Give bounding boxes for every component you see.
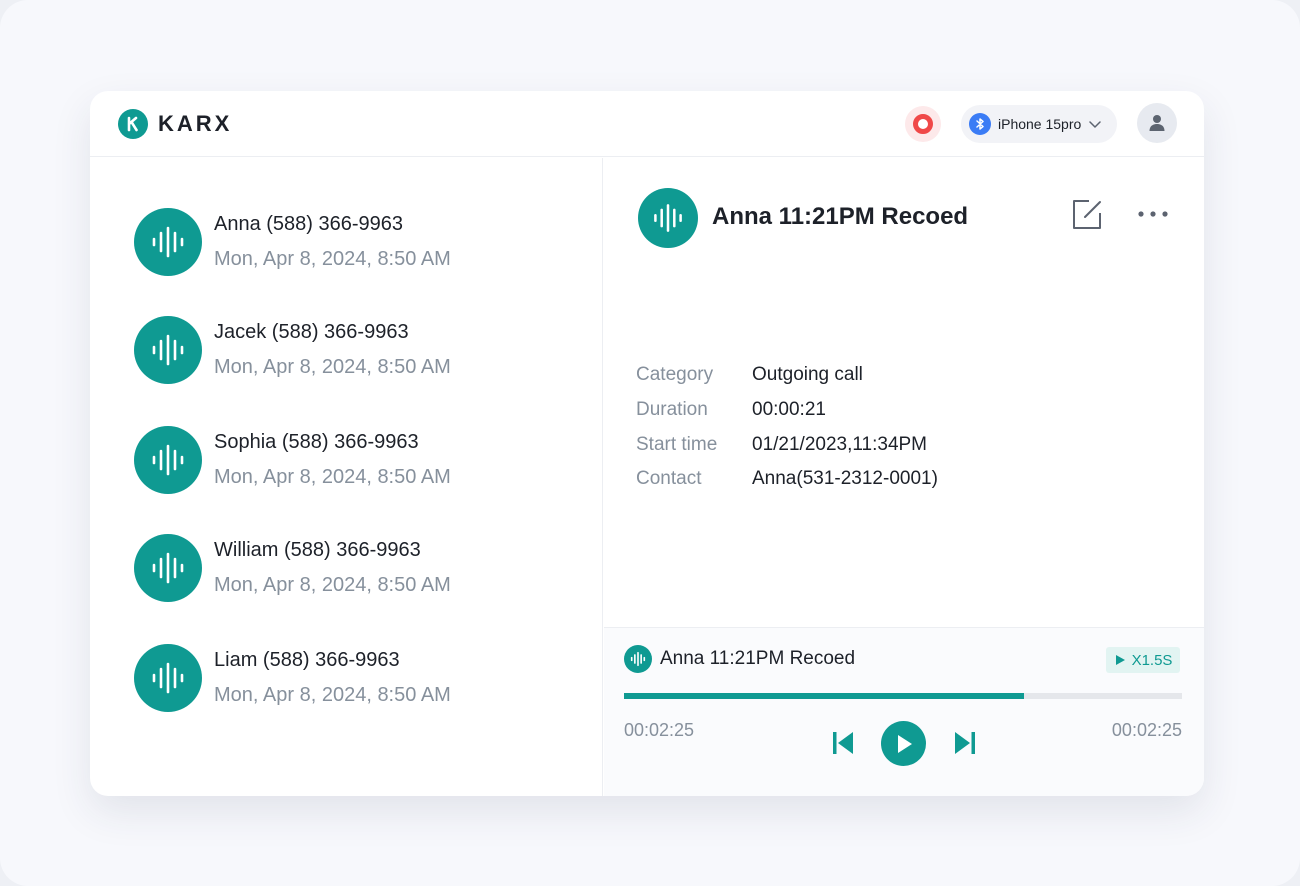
recording-date: Mon, Apr 8, 2024, 8:50 AM [214,466,451,488]
field-label: Start time [636,434,718,455]
total-time: 00:02:25 [1111,720,1182,740]
audio-wave-icon [624,645,652,673]
playback-speed-button[interactable]: X1.5S [1106,647,1180,673]
audio-player: Anna 11:21PM Recoed X1.5S 00:02:25 00:02… [604,627,1204,796]
recording-date: Mon, Apr 8, 2024, 8:50 AM [214,684,451,706]
recording-name: Anna (588) 366-9963 [214,213,404,235]
brand-logo[interactable]: KARX [118,109,232,139]
play-speed-icon [1115,655,1125,665]
device-selector[interactable]: iPhone 15pro [961,105,1117,143]
list-item[interactable]: Liam (588) 366-9963 Mon, Apr 8, 2024, 8:… [134,644,574,714]
record-icon [913,114,933,134]
recording-name: Jacek (588) 366-9963 [214,321,409,343]
chevron-down-icon [1089,121,1102,128]
field-value: 01/21/2023,11:34PM [752,434,928,455]
recording-date: Mon, Apr 8, 2024, 8:50 AM [214,574,451,596]
field-value: Outgoing call [752,364,863,385]
edit-icon [1073,200,1101,229]
skip-previous-icon [833,732,853,754]
progress-bar[interactable] [624,693,1182,699]
user-avatar-button[interactable] [1137,103,1177,143]
recording-detail: Anna 11:21PM Recoed Category Outgoing ca… [604,158,1204,626]
next-button[interactable] [950,728,980,758]
user-icon [1149,115,1165,131]
elapsed-time: 00:02:25 [624,720,695,740]
player-title: Anna 11:21PM Recoed [660,648,856,669]
recording-date: Mon, Apr 8, 2024, 8:50 AM [214,248,451,270]
detail-row-start-time: Start time 01/21/2023,11:34PM [636,434,1176,460]
audio-wave-icon [134,644,202,712]
play-icon [897,734,912,753]
more-icon [1138,211,1168,217]
field-label: Category [636,364,714,385]
header: KARX iPhone 15pro [90,91,1204,157]
audio-wave-icon [638,188,698,248]
audio-wave-icon [134,534,202,602]
recording-list: Anna (588) 366-9963 Mon, Apr 8, 2024, 8:… [90,158,603,796]
audio-wave-icon [134,208,202,276]
list-item[interactable]: Anna (588) 366-9963 Mon, Apr 8, 2024, 8:… [134,208,574,278]
record-button[interactable] [905,106,941,142]
brand-name: KARX [158,111,233,136]
playback-speed: X1.5S [1131,651,1173,669]
detail-row-category: Category Outgoing call [636,364,1176,390]
recording-name: William (588) 366-9963 [214,539,421,561]
recording-date: Mon, Apr 8, 2024, 8:50 AM [214,356,451,378]
progress-fill [624,693,1025,699]
list-item[interactable]: Sophia (588) 366-9963 Mon, Apr 8, 2024, … [134,426,574,496]
edit-button[interactable] [1070,198,1104,232]
background: KARX iPhone 15pro Anna (588) 366-9963 Mo… [0,0,1300,886]
detail-row-duration: Duration 00:00:21 [636,399,1176,425]
previous-button[interactable] [828,728,858,758]
play-button[interactable] [881,721,926,766]
detail-row-contact: Contact Anna(531-2312-0001) [636,468,1176,494]
list-item[interactable]: Jacek (588) 366-9963 Mon, Apr 8, 2024, 8… [134,316,574,386]
skip-next-icon [955,732,975,754]
field-label: Duration [636,399,708,420]
more-options-button[interactable] [1136,202,1170,226]
karx-logo-icon [118,109,148,139]
recording-name: Liam (588) 366-9963 [214,649,400,671]
detail-title: Anna 11:21PM Recoed [712,203,969,230]
field-value: Anna(531-2312-0001) [752,468,938,489]
audio-wave-icon [134,316,202,384]
audio-wave-icon [134,426,202,494]
list-item[interactable]: William (588) 366-9963 Mon, Apr 8, 2024,… [134,534,574,604]
bluetooth-icon [969,113,991,135]
device-name: iPhone 15pro [998,116,1082,132]
app-window: KARX iPhone 15pro Anna (588) 366-9963 Mo… [90,91,1204,796]
recording-name: Sophia (588) 366-9963 [214,431,419,453]
field-label: Contact [636,468,702,489]
field-value: 00:00:21 [752,399,826,420]
